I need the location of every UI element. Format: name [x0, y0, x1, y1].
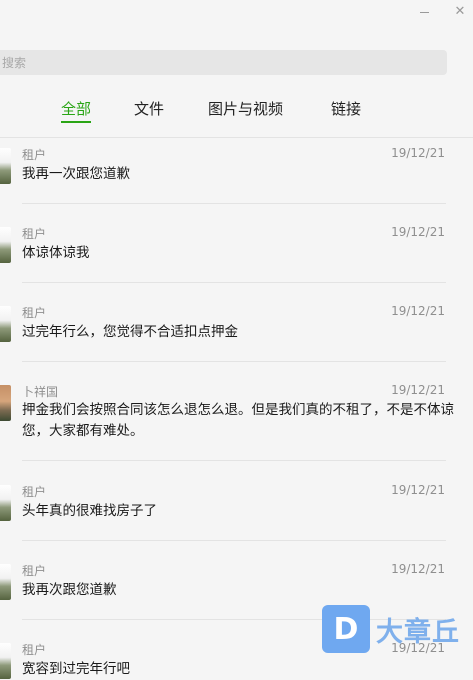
watermark-logo-icon: D: [322, 605, 370, 653]
avatar[interactable]: [0, 385, 11, 421]
sender-name: 租户: [22, 564, 47, 578]
window-controls: ✕: [417, 4, 467, 18]
minimize-icon: [419, 11, 429, 13]
message-text: 我再次跟您道歉: [22, 582, 117, 598]
tab-links[interactable]: 链接: [331, 98, 361, 119]
message-date: 19/12/21: [391, 383, 445, 397]
item-divider: [22, 282, 446, 283]
sender-name: 租户: [22, 485, 47, 499]
message-text: 过完年行么，您觉得不合适扣点押金: [22, 324, 238, 340]
search-input[interactable]: 搜索: [0, 50, 447, 75]
message-item[interactable]: 卜祥国 19/12/21 押金我们会按照合同该怎么退怎么退。但是我们真的不租了，…: [0, 375, 473, 475]
message-date: 19/12/21: [391, 225, 445, 239]
search-placeholder: 搜索: [2, 56, 27, 70]
tab-files[interactable]: 文件: [134, 98, 164, 119]
message-text: 头年真的很难找房子了: [22, 503, 157, 519]
watermark-text: 大章丘: [376, 616, 460, 648]
category-tabs: 全部 文件 图片与视频 链接: [0, 98, 473, 126]
minimize-button[interactable]: [417, 4, 431, 18]
item-divider: [22, 460, 446, 461]
sender-name: 租户: [22, 227, 47, 241]
avatar[interactable]: [0, 227, 11, 263]
sender-name: 租户: [22, 643, 47, 657]
sender-name: 租户: [22, 306, 47, 320]
message-date: 19/12/21: [391, 483, 445, 497]
watermark: D 大章丘: [322, 605, 460, 653]
message-date: 19/12/21: [391, 146, 445, 160]
message-item[interactable]: 租户 19/12/21 过完年行么，您觉得不合适扣点押金: [0, 296, 473, 375]
close-button[interactable]: ✕: [453, 4, 467, 18]
sender-name: 卜祥国: [22, 385, 59, 399]
avatar[interactable]: [0, 564, 11, 600]
message-item[interactable]: 租户 19/12/21 头年真的很难找房子了: [0, 475, 473, 554]
chat-history-window: ✕ 搜索 全部 文件 图片与视频 链接 租户 19/12/21 我再一次跟您道歉…: [0, 0, 473, 680]
message-list[interactable]: 租户 19/12/21 我再一次跟您道歉 租户 19/12/21 体谅体谅我 租…: [0, 138, 473, 680]
item-divider: [22, 361, 446, 362]
close-icon: ✕: [454, 3, 466, 19]
message-date: 19/12/21: [391, 304, 445, 318]
message-item[interactable]: 租户 19/12/21 体谅体谅我: [0, 217, 473, 296]
message-date: 19/12/21: [391, 562, 445, 576]
tab-media[interactable]: 图片与视频: [208, 98, 283, 119]
avatar[interactable]: [0, 148, 11, 184]
item-divider: [22, 540, 446, 541]
avatar[interactable]: [0, 643, 11, 679]
sender-name: 租户: [22, 148, 47, 162]
avatar[interactable]: [0, 485, 11, 521]
item-divider: [22, 203, 446, 204]
avatar[interactable]: [0, 306, 11, 342]
tab-all[interactable]: 全部: [61, 98, 92, 123]
message-text: 押金我们会按照合同该怎么退怎么退。但是我们真的不租了，不是不体谅您，大家都有难处…: [22, 402, 454, 439]
message-item[interactable]: 租户 19/12/21 我再一次跟您道歉: [0, 138, 473, 217]
message-text: 宽容到过完年行吧: [22, 661, 130, 677]
message-text: 我再一次跟您道歉: [22, 166, 130, 182]
message-text: 体谅体谅我: [22, 245, 90, 261]
